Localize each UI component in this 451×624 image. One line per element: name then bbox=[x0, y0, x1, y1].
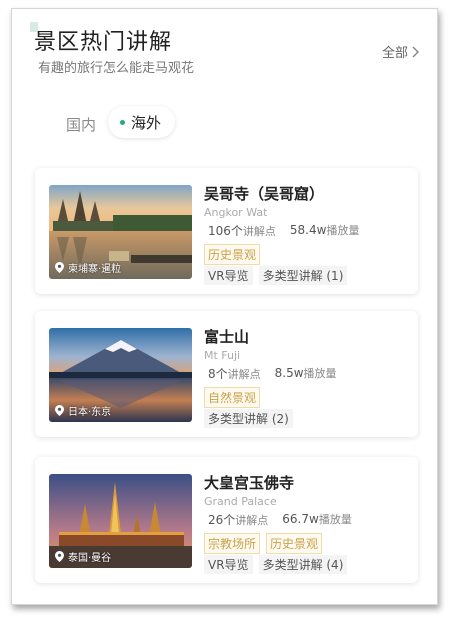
tab-overseas-label: 海外 bbox=[131, 113, 162, 132]
attraction-stats: 106个讲解点 58.4w播放量 bbox=[208, 222, 359, 239]
page-title: 景区热门讲解 bbox=[34, 30, 173, 55]
tab-overseas[interactable]: 海外 bbox=[108, 106, 176, 138]
location-text: 柬埔寨·暹粒 bbox=[68, 264, 122, 275]
category-tag: 历史景观 bbox=[266, 533, 323, 554]
plays-count: 66.7w bbox=[282, 512, 319, 526]
attraction-en-name: Angkor Wat bbox=[204, 206, 268, 219]
plays-count: 8.5w bbox=[274, 366, 304, 380]
attraction-stats: 26个讲解点 66.7w播放量 bbox=[208, 511, 352, 528]
category-tags: 历史景观 bbox=[204, 244, 261, 265]
location-label: 泰国·曼谷 bbox=[55, 549, 111, 564]
plays-unit: 播放量 bbox=[326, 224, 360, 237]
feature-tags: VR导览 多类型讲解 (1) bbox=[204, 266, 348, 285]
view-all-link[interactable]: 全部 bbox=[382, 42, 420, 61]
page-subtitle: 有趣的旅行怎么能走马观花 bbox=[38, 61, 195, 76]
active-dot-icon bbox=[120, 119, 125, 125]
plays-unit: 播放量 bbox=[318, 513, 352, 526]
attraction-name: 吴哥寺（吴哥窟） bbox=[204, 185, 325, 203]
points-unit: 讲解点 bbox=[242, 225, 276, 238]
attraction-card-angkor-wat[interactable]: 柬埔寨·暹粒 吴哥寺（吴哥窟） Angkor Wat 106个讲解点 58.4w… bbox=[35, 168, 418, 294]
plays-count: 58.4w bbox=[289, 223, 327, 237]
location-pin-icon bbox=[55, 405, 64, 416]
attraction-name: 大皇宫玉佛寺 bbox=[204, 474, 295, 492]
location-pin-icon bbox=[55, 551, 64, 562]
feature-tags: VR导览 多类型讲解 (4) bbox=[204, 555, 348, 574]
tab-domestic[interactable]: 国内 bbox=[66, 114, 96, 135]
attraction-stats: 8个讲解点 8.5w播放量 bbox=[208, 365, 337, 382]
feature-tags: 多类型讲解 (2) bbox=[204, 409, 293, 428]
category-tags: 宗教场所 历史景观 bbox=[204, 533, 323, 554]
feature-tag-multi: 多类型讲解 (1) bbox=[258, 266, 348, 285]
category-tags: 自然景观 bbox=[204, 387, 261, 408]
feature-tag-vr: VR导览 bbox=[204, 266, 253, 285]
chevron-right-icon bbox=[412, 45, 420, 58]
feature-tag-multi: 多类型讲解 (2) bbox=[204, 409, 293, 428]
feature-tag-vr: VR导览 bbox=[204, 555, 253, 574]
category-tag: 自然景观 bbox=[204, 387, 261, 408]
attraction-photo: 柬埔寨·暹粒 bbox=[49, 185, 192, 279]
attraction-en-name: Grand Palace bbox=[204, 495, 277, 508]
category-tag: 历史景观 bbox=[204, 244, 261, 265]
attraction-card-grand-palace[interactable]: 泰国·曼谷 大皇宫玉佛寺 Grand Palace 26个讲解点 66.7w播放… bbox=[35, 457, 418, 583]
attraction-photo: 日本·东京 bbox=[49, 328, 192, 422]
points-count: 106个 bbox=[208, 224, 243, 238]
location-text: 泰国·曼谷 bbox=[68, 553, 112, 564]
view-all-label: 全部 bbox=[382, 46, 409, 61]
location-text: 日本·东京 bbox=[68, 407, 112, 418]
attraction-en-name: Mt Fuji bbox=[204, 349, 241, 362]
points-count: 8个 bbox=[208, 367, 228, 381]
points-unit: 讲解点 bbox=[227, 368, 261, 381]
points-unit: 讲解点 bbox=[235, 514, 269, 527]
attraction-photo: 泰国·曼谷 bbox=[49, 474, 192, 568]
location-label: 日本·东京 bbox=[55, 403, 111, 418]
attraction-name: 富士山 bbox=[204, 328, 250, 346]
category-tag: 宗教场所 bbox=[204, 533, 261, 554]
location-label: 柬埔寨·暹粒 bbox=[55, 260, 121, 275]
feature-tag-multi: 多类型讲解 (4) bbox=[258, 555, 348, 574]
location-pin-icon bbox=[55, 262, 64, 273]
points-count: 26个 bbox=[208, 513, 236, 527]
attraction-card-mt-fuji[interactable]: 日本·东京 富士山 Mt Fuji 8个讲解点 8.5w播放量 自然景观 多类型… bbox=[35, 311, 418, 437]
plays-unit: 播放量 bbox=[303, 367, 337, 380]
